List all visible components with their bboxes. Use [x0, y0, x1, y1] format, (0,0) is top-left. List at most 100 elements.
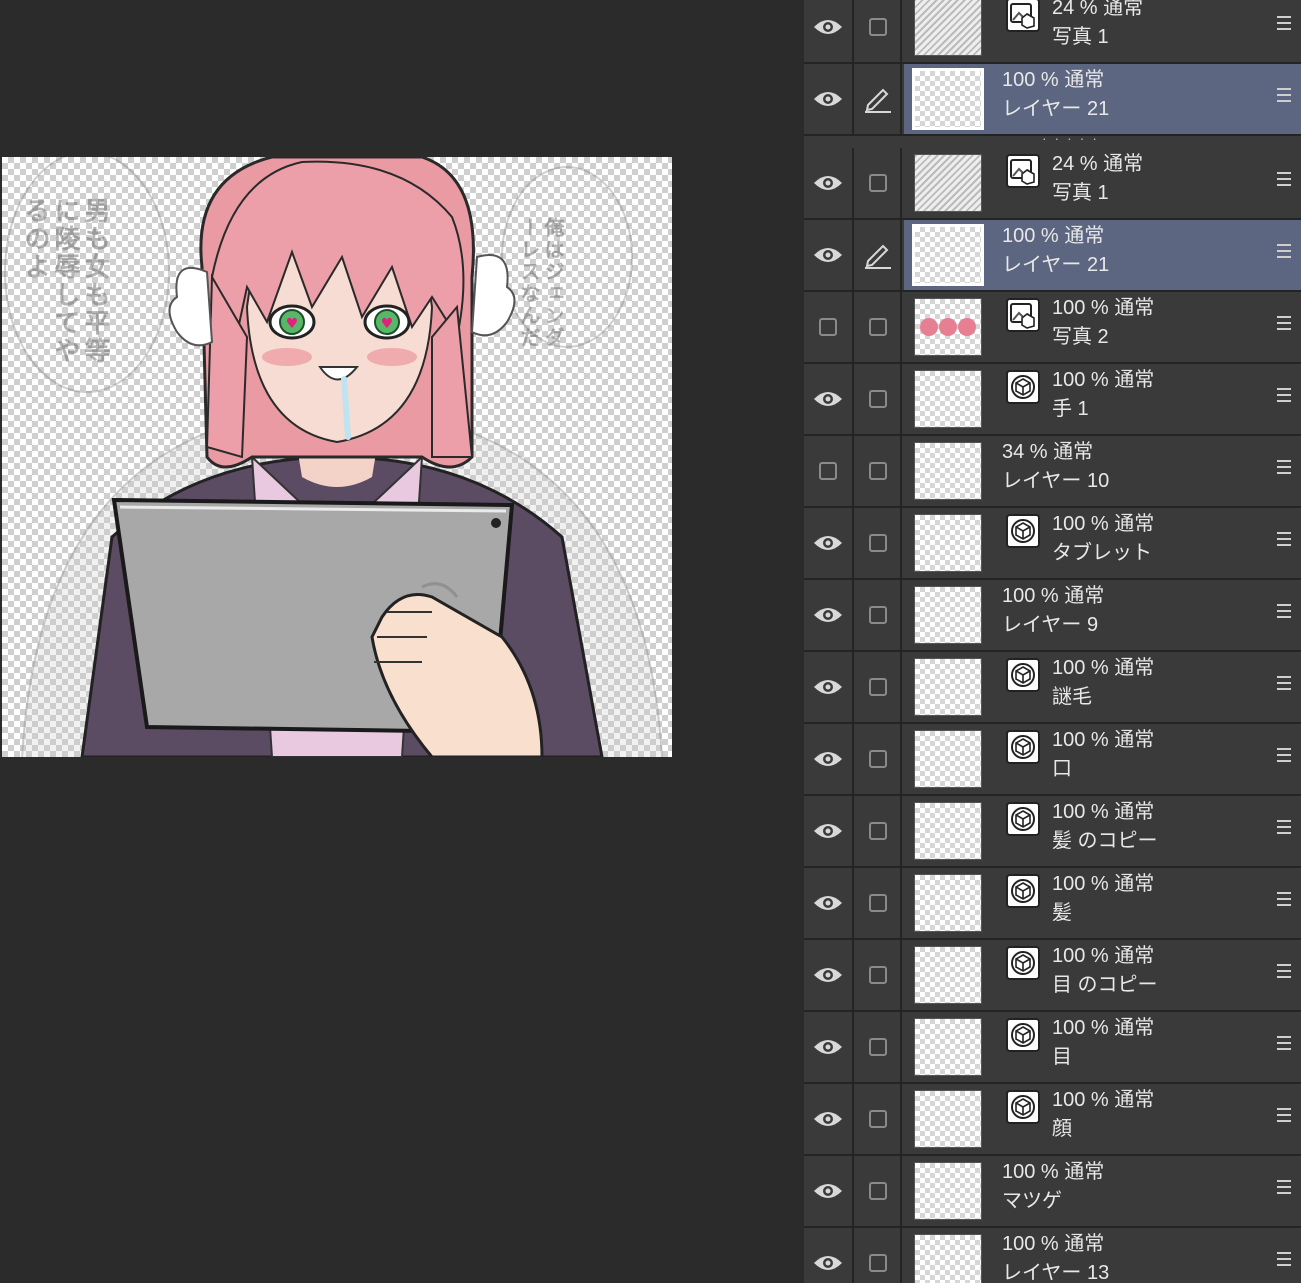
lock-checkbox[interactable]: [856, 796, 902, 866]
lock-checkbox[interactable]: [856, 0, 902, 62]
layer-row[interactable]: 100 % 通常顔: [804, 1084, 1301, 1156]
drag-handle-icon[interactable]: [1277, 820, 1291, 836]
layer-main[interactable]: 100 % 通常顔: [904, 1084, 1301, 1154]
lock-checkbox[interactable]: [856, 580, 902, 650]
eye-icon[interactable]: [804, 0, 854, 62]
layer-main[interactable]: 100 % 通常 写真 2: [904, 292, 1301, 362]
lock-checkbox[interactable]: [856, 724, 902, 794]
layer-main[interactable]: 100 % 通常目: [904, 1012, 1301, 1082]
eye-icon[interactable]: [804, 508, 854, 578]
eye-icon[interactable]: [804, 1228, 854, 1283]
drag-handle-icon[interactable]: [1277, 964, 1291, 980]
eye-icon[interactable]: [804, 940, 854, 1010]
lock-checkbox[interactable]: [856, 1084, 902, 1154]
drag-handle-icon[interactable]: [1277, 1252, 1291, 1268]
layer-main[interactable]: 100 % 通常髪: [904, 868, 1301, 938]
layer-row[interactable]: 34 % 通常 レイヤー 10: [804, 436, 1301, 508]
drag-handle-icon[interactable]: [1277, 244, 1291, 260]
drag-handle-icon[interactable]: [1277, 532, 1291, 548]
visibility-checkbox[interactable]: [804, 292, 854, 362]
layer-main[interactable]: 24 % 通常 写真 1: [904, 0, 1301, 62]
layer-row[interactable]: 100 % 通常 写真 2: [804, 292, 1301, 364]
layer-main[interactable]: 100 % 通常 謎毛: [904, 652, 1301, 722]
drag-handle-icon[interactable]: [1277, 16, 1291, 32]
lock-checkbox[interactable]: [856, 1228, 902, 1283]
lock-checkbox[interactable]: [856, 652, 902, 722]
lock-checkbox[interactable]: [856, 292, 902, 362]
layer-main[interactable]: 34 % 通常 レイヤー 10: [904, 436, 1301, 506]
canvas-area[interactable]: ♥ ♥ 男も女も平等に陵辱してやるのよ 俺はジェンダーレスなんだ: [0, 0, 804, 1283]
eye-icon[interactable]: [804, 64, 854, 134]
lock-checkbox[interactable]: [856, 940, 902, 1010]
drag-handle-icon[interactable]: [1277, 172, 1291, 188]
layer-row[interactable]: 100 % 通常口: [804, 724, 1301, 796]
layer-row[interactable]: 100 % 通常 レイヤー 21: [804, 220, 1301, 292]
layer-row[interactable]: 100 % 通常目: [804, 1012, 1301, 1084]
panel-splitter[interactable]: · · · · ·: [804, 130, 1301, 148]
pen-icon[interactable]: [856, 220, 902, 290]
layer-row[interactable]: 100 % 通常 レイヤー 13: [804, 1228, 1301, 1283]
layer-name: 目 のコピー: [1052, 974, 1158, 996]
drag-handle-icon[interactable]: [1277, 88, 1291, 104]
eye-icon[interactable]: [804, 364, 854, 434]
lock-checkbox[interactable]: [856, 868, 902, 938]
layer-row[interactable]: 100 % 通常髪 のコピー: [804, 796, 1301, 868]
layer-row[interactable]: 100 % 通常 謎毛: [804, 652, 1301, 724]
drag-handle-icon[interactable]: [1277, 892, 1291, 908]
layer-row[interactable]: 100 % 通常 マツゲ: [804, 1156, 1301, 1228]
layer-row[interactable]: 100 % 通常髪: [804, 868, 1301, 940]
cube-icon: [1006, 730, 1040, 764]
layer-main[interactable]: 100 % 通常 タブレット: [904, 508, 1301, 578]
eye-icon[interactable]: [804, 652, 854, 722]
layer-main[interactable]: 100 % 通常手 1: [904, 364, 1301, 434]
drag-handle-icon[interactable]: [1277, 460, 1291, 476]
layer-row[interactable]: 100 % 通常目 のコピー: [804, 940, 1301, 1012]
layer-main[interactable]: 100 % 通常口: [904, 724, 1301, 794]
layer-row[interactable]: 100 % 通常 タブレット: [804, 508, 1301, 580]
layer-main[interactable]: 100 % 通常髪 のコピー: [904, 796, 1301, 866]
eye-icon[interactable]: [804, 220, 854, 290]
eye-icon[interactable]: [804, 1156, 854, 1226]
eye-icon[interactable]: [804, 580, 854, 650]
lock-checkbox[interactable]: [856, 148, 902, 218]
eye-icon[interactable]: [804, 868, 854, 938]
eye-icon[interactable]: [804, 148, 854, 218]
layer-info: 100 % 通常 レイヤー 9: [1002, 582, 1104, 640]
eye-icon[interactable]: [804, 1012, 854, 1082]
visibility-checkbox[interactable]: [804, 436, 854, 506]
lock-checkbox[interactable]: [856, 1012, 902, 1082]
layer-row[interactable]: 100 % 通常 レイヤー 9: [804, 580, 1301, 652]
layer-row[interactable]: 24 % 通常 写真 1: [804, 0, 1301, 64]
drag-handle-icon[interactable]: [1277, 676, 1291, 692]
eye-icon[interactable]: [804, 796, 854, 866]
layer-thumbnail: [914, 154, 982, 212]
drag-handle-icon[interactable]: [1277, 388, 1291, 404]
artboard[interactable]: ♥ ♥ 男も女も平等に陵辱してやるのよ 俺はジェンダーレスなんだ: [2, 157, 672, 757]
lock-checkbox[interactable]: [856, 508, 902, 578]
layer-name: レイヤー 13: [1002, 1262, 1110, 1283]
layer-main[interactable]: 100 % 通常 レイヤー 13: [904, 1228, 1301, 1283]
drag-handle-icon[interactable]: [1277, 316, 1291, 332]
layer-row[interactable]: 100 % 通常 レイヤー 21: [804, 64, 1301, 136]
layer-main[interactable]: 100 % 通常目 のコピー: [904, 940, 1301, 1010]
layer-main[interactable]: 100 % 通常 レイヤー 9: [904, 580, 1301, 650]
eye-icon[interactable]: [804, 1084, 854, 1154]
layer-main[interactable]: 100 % 通常 レイヤー 21: [904, 64, 1301, 134]
drag-handle-icon[interactable]: [1277, 1108, 1291, 1124]
layer-row[interactable]: 24 % 通常 写真 1: [804, 148, 1301, 220]
layer-main[interactable]: 24 % 通常 写真 1: [904, 148, 1301, 218]
layer-name: 謎毛: [1052, 686, 1092, 708]
drag-handle-icon[interactable]: [1277, 1036, 1291, 1052]
layer-name: 写真 1: [1052, 26, 1109, 48]
lock-checkbox[interactable]: [856, 364, 902, 434]
layer-row[interactable]: 100 % 通常手 1: [804, 364, 1301, 436]
layer-main[interactable]: 100 % 通常 マツゲ: [904, 1156, 1301, 1226]
lock-checkbox[interactable]: [856, 436, 902, 506]
eye-icon[interactable]: [804, 724, 854, 794]
pen-icon[interactable]: [856, 64, 902, 134]
lock-checkbox[interactable]: [856, 1156, 902, 1226]
layer-main[interactable]: 100 % 通常 レイヤー 21: [904, 220, 1301, 290]
drag-handle-icon[interactable]: [1277, 748, 1291, 764]
drag-handle-icon[interactable]: [1277, 604, 1291, 620]
drag-handle-icon[interactable]: [1277, 1180, 1291, 1196]
